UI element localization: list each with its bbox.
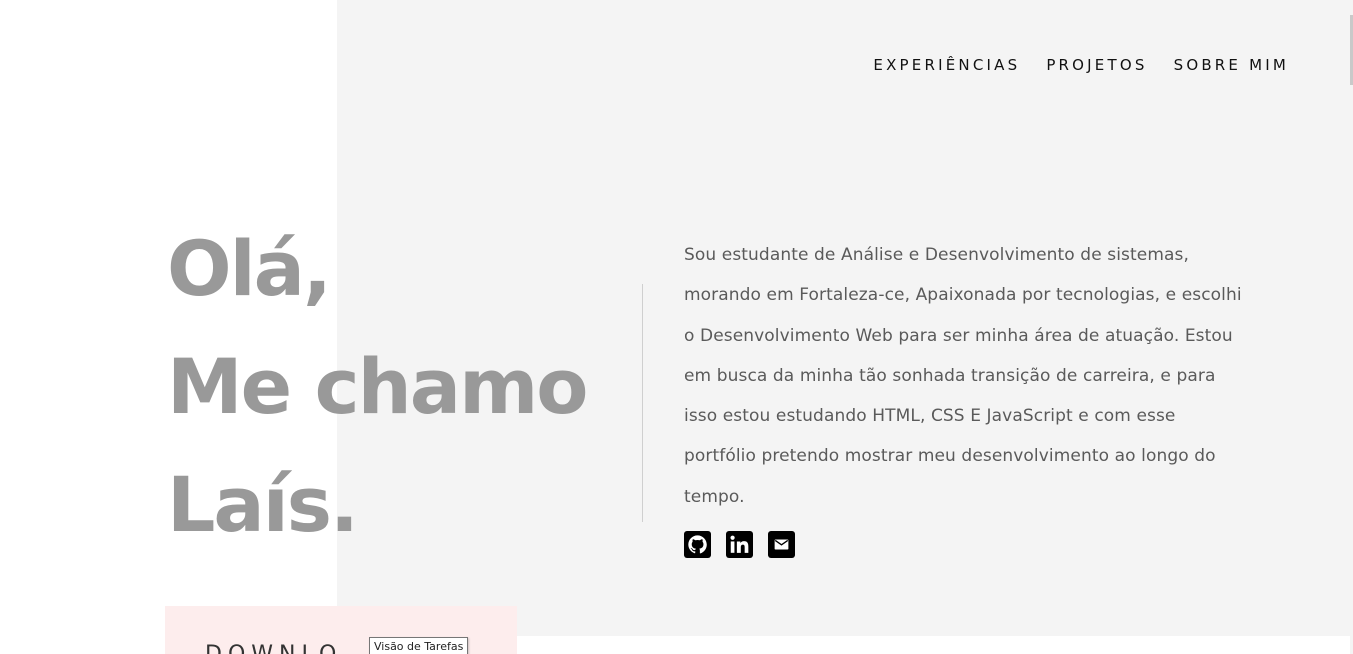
bio-paragraph: Sou estudante de Análise e Desenvolvimen… (684, 245, 1242, 507)
next-section (517, 636, 1350, 654)
hero-headline: Olá, Me chamo Laís. (167, 210, 588, 564)
vertical-divider (642, 284, 643, 522)
nav-projetos[interactable]: PROJETOS (1046, 56, 1147, 74)
github-icon (688, 535, 707, 554)
social-links (684, 531, 795, 558)
headline-line-1: Olá, (167, 224, 332, 313)
headline-line-2: Me chamo (167, 342, 588, 431)
download-button-label[interactable]: DOWNLO (205, 644, 342, 654)
main-nav: EXPERIÊNCIAS PROJETOS SOBRE MIM (873, 56, 1289, 74)
nav-sobre-mim[interactable]: SOBRE MIM (1174, 56, 1289, 74)
linkedin-link[interactable] (726, 531, 753, 558)
taskview-tooltip: Visão de Tarefas (369, 637, 469, 654)
linkedin-icon (730, 535, 749, 553)
nav-experiencias[interactable]: EXPERIÊNCIAS (873, 56, 1020, 74)
email-link[interactable] (768, 531, 795, 558)
mail-icon (774, 539, 789, 550)
github-link[interactable] (684, 531, 711, 558)
headline-line-3: Laís. (167, 460, 359, 549)
